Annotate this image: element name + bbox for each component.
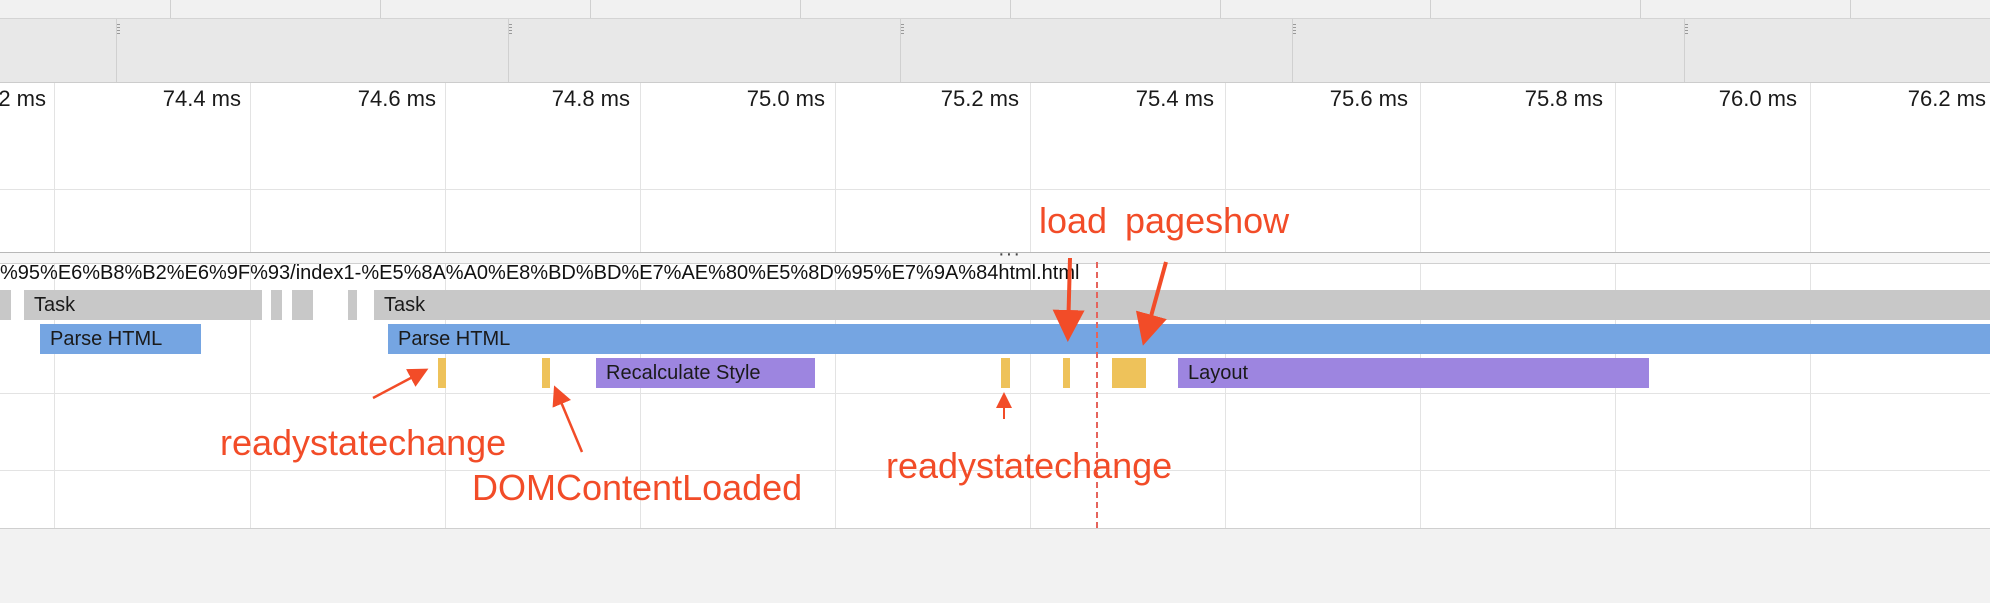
arrow-to-load [1052,257,1085,342]
annotation-readystatechange: readystatechange [220,422,507,463]
annotation-pageshow: pageshow [1125,200,1290,241]
arrow-to-readystatechange-1 [372,368,429,400]
annotation-arrows [372,257,1168,453]
annotation-readystatechange: readystatechange [886,445,1173,486]
annotation-load: load [1039,200,1108,241]
arrow-to-pageshow [1135,261,1168,346]
annotation-domcontentloaded: DOMContentLoaded [472,467,803,508]
arrow-to-domcontentloaded [552,385,584,453]
